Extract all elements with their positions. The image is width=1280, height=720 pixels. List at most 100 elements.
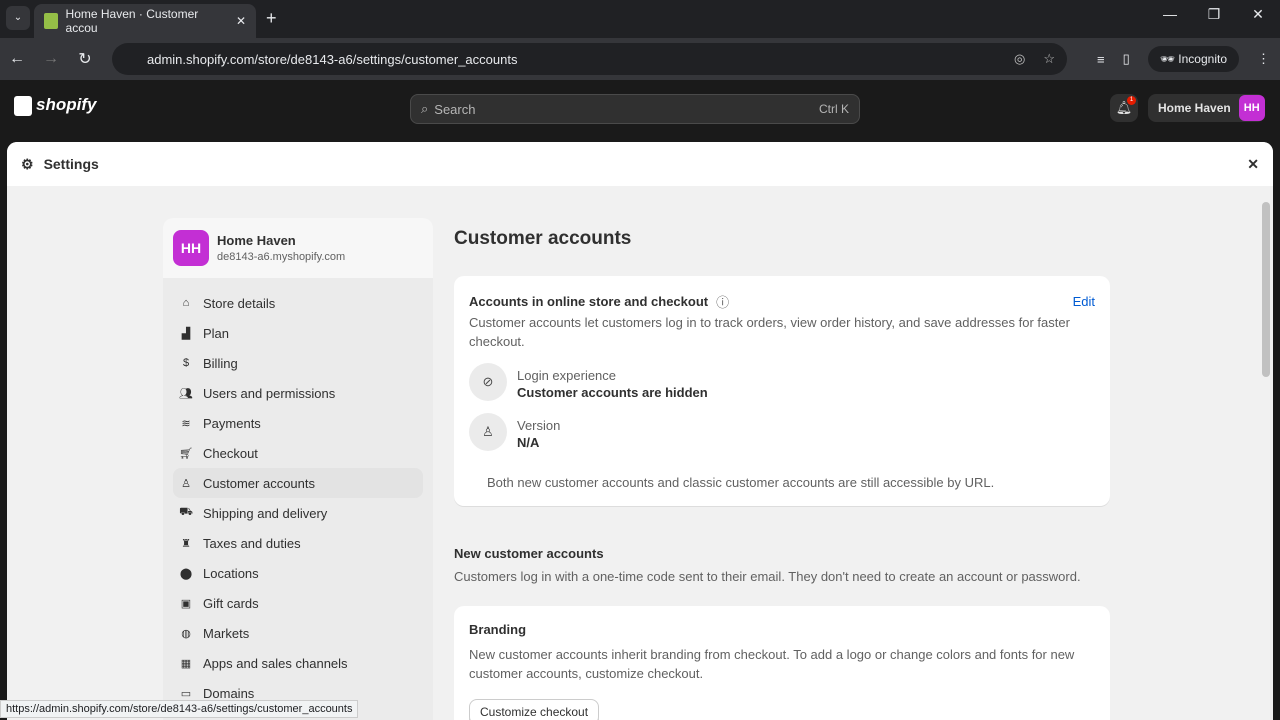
- search-placeholder: Search: [434, 101, 476, 117]
- browser-tabbar: ⌄ Home Haven · Customer accou ✕ + — ❐ ✕: [0, 0, 1280, 38]
- notifications-button[interactable]: 🔔︎ 1: [1110, 94, 1138, 122]
- sidebar-item-locations[interactable]: ⬤ Locations: [173, 558, 423, 588]
- shopify-logo[interactable]: shopify: [14, 95, 96, 116]
- store-icon: ⌂: [182, 297, 190, 309]
- store-header: HH Home Haven de8143-a6.myshopify.com: [163, 218, 433, 278]
- users-icon: 👥︎: [179, 387, 193, 400]
- store-name: Home Haven: [1158, 101, 1231, 115]
- tab-title: Home Haven · Customer accou: [65, 7, 199, 35]
- sidebar-item-label: Markets: [203, 625, 250, 641]
- branding-card: Branding New customer accounts inherit b…: [454, 606, 1110, 720]
- sidebar-item-plan[interactable]: ▟ Plan: [173, 318, 423, 348]
- incognito-icon: 🕶: [1159, 52, 1179, 66]
- close-tab-icon[interactable]: ✕: [236, 14, 246, 28]
- person-icon: ♙: [469, 413, 507, 451]
- notification-badge: 1: [1127, 96, 1136, 105]
- reload-button[interactable]: ↻: [68, 49, 102, 69]
- page-title: Customer accounts: [454, 228, 632, 249]
- apps-icon: ▦: [180, 657, 192, 670]
- media-icon[interactable]: ≡: [1097, 52, 1105, 67]
- settings-modal: ⚙ Settings ✕ HH Home Haven de8143-a6.myshop…: [7, 142, 1273, 720]
- store-menu-button[interactable]: Home Haven HH: [1148, 94, 1265, 122]
- sidebar-item-label: Locations: [203, 565, 259, 581]
- truck-icon: ⛟: [179, 506, 193, 518]
- shopify-topbar: shopify ⌕ Search Ctrl K 🔔︎ 1 Home Haven HH: [0, 80, 1280, 134]
- sidebar-item-label: Customer accounts: [203, 475, 315, 491]
- cart-icon: 🛒︎: [179, 447, 193, 460]
- sidebar-item-label: Users and permissions: [203, 385, 336, 401]
- card-title: Branding: [469, 622, 527, 637]
- sidebar-item-label: Plan: [203, 325, 230, 341]
- settings-sidebar: HH Home Haven de8143-a6.myshopify.com ⌂ St…: [163, 218, 433, 720]
- accounts-card: Accounts in online store and checkout ⓘ Ed…: [454, 276, 1110, 506]
- bookmark-star-icon[interactable]: ☆: [1043, 51, 1055, 67]
- address-bar-row: ← → ↻ admin.shopify.com/store/de8143-a6/…: [0, 38, 1280, 80]
- search-icon: ⌕: [421, 101, 429, 116]
- domain-icon: ▭: [180, 687, 192, 700]
- sidebar-item-label: Payments: [203, 415, 261, 431]
- status-bar-url: https://admin.shopify.com/store/de8143-a…: [0, 700, 359, 718]
- restore-button[interactable]: ❐: [1192, 6, 1236, 23]
- payments-icon: ≋: [181, 417, 191, 430]
- sidebar-item-checkout[interactable]: 🛒︎ Checkout: [173, 438, 423, 468]
- sidebar-item-label: Billing: [203, 355, 238, 371]
- sidebar-item-label: Taxes and duties: [203, 535, 301, 551]
- url-field[interactable]: admin.shopify.com/store/de8143-a6/settin…: [112, 43, 1067, 75]
- person-icon: ♙: [181, 477, 191, 490]
- scrollbar[interactable]: [1262, 202, 1270, 377]
- login-value: Customer accounts are hidden: [517, 385, 708, 400]
- new-tab-button[interactable]: +: [266, 8, 277, 29]
- card-description: Customer accounts let customers log in t…: [469, 315, 1070, 349]
- sidebar-item-store-details[interactable]: ⌂ Store details: [173, 288, 423, 318]
- sidebar-item-label: Domains: [203, 685, 255, 701]
- gift-icon: ▣: [180, 597, 192, 610]
- main-content: Customer accounts Accounts in online sto…: [454, 218, 1110, 720]
- sidebar-item-gift-cards[interactable]: ▣ Gift cards: [173, 588, 423, 618]
- search-input[interactable]: ⌕ Search Ctrl K: [410, 94, 860, 124]
- shopify-favicon-icon: [44, 13, 58, 29]
- info-icon[interactable]: ⓘ: [716, 292, 729, 311]
- forward-button[interactable]: →: [34, 50, 68, 68]
- sidebar-item-label: Shipping and delivery: [203, 505, 328, 521]
- browser-tab[interactable]: Home Haven · Customer accou ✕: [34, 4, 256, 38]
- sidebar-item-markets[interactable]: ◍ Markets: [173, 618, 423, 648]
- plan-icon: ▟: [181, 327, 191, 340]
- window-close-button[interactable]: ✕: [1236, 6, 1280, 23]
- sidebar-item-label: Gift cards: [203, 595, 259, 611]
- section-title: New customer accounts: [454, 546, 604, 561]
- section-description: Customers log in with a one-time code se…: [454, 569, 1081, 584]
- sidebar-item-shipping-and-delivery[interactable]: ⛟ Shipping and delivery: [173, 498, 423, 528]
- card-title: Accounts in online store and checkout: [469, 294, 709, 309]
- eye-off-icon: ⊘: [469, 363, 507, 401]
- sidebar-item-apps-and-sales-channels[interactable]: ▦ Apps and sales channels: [173, 648, 423, 678]
- login-label: Login experience: [517, 368, 617, 383]
- sidebar-item-label: Store details: [203, 295, 276, 311]
- minimize-button[interactable]: —: [1148, 6, 1192, 23]
- tax-icon: ♜: [181, 537, 191, 550]
- incognito-badge[interactable]: 🕶 Incognito: [1147, 46, 1239, 72]
- menu-icon[interactable]: ⋮: [1257, 51, 1270, 67]
- eye-off-icon[interactable]: ◎: [1014, 51, 1025, 67]
- sidebar-item-billing[interactable]: $ Billing: [173, 348, 423, 378]
- tab-search-button[interactable]: ⌄: [6, 6, 30, 30]
- sidebar-item-customer-accounts[interactable]: ♙ Customer accounts: [173, 468, 423, 498]
- side-panel-icon[interactable]: ▯: [1123, 51, 1130, 67]
- back-button[interactable]: ←: [0, 50, 34, 68]
- sidebar-item-users-and-permissions[interactable]: 👥︎ Users and permissions: [173, 378, 423, 408]
- avatar: HH: [1238, 95, 1265, 121]
- billing-icon: $: [182, 357, 190, 369]
- card-description: New customer accounts inherit branding f…: [469, 647, 1075, 681]
- store-domain: de8143-a6.myshopify.com: [217, 251, 346, 263]
- close-settings-button[interactable]: ✕: [1247, 156, 1259, 173]
- customize-checkout-button[interactable]: Customize checkout: [469, 699, 600, 720]
- gear-icon: ⚙: [21, 155, 34, 172]
- incognito-label: Incognito: [1178, 52, 1227, 66]
- edit-link[interactable]: Edit: [1073, 294, 1095, 309]
- sidebar-item-payments[interactable]: ≋ Payments: [173, 408, 423, 438]
- store-name: Home Haven: [217, 233, 296, 248]
- store-avatar: HH: [173, 230, 209, 266]
- sidebar-item-taxes-and-duties[interactable]: ♜ Taxes and duties: [173, 528, 423, 558]
- version-value: N/A: [517, 435, 540, 450]
- url-text: admin.shopify.com/store/de8143-a6/settin…: [147, 51, 518, 67]
- sidebar-item-label: Apps and sales channels: [203, 655, 348, 671]
